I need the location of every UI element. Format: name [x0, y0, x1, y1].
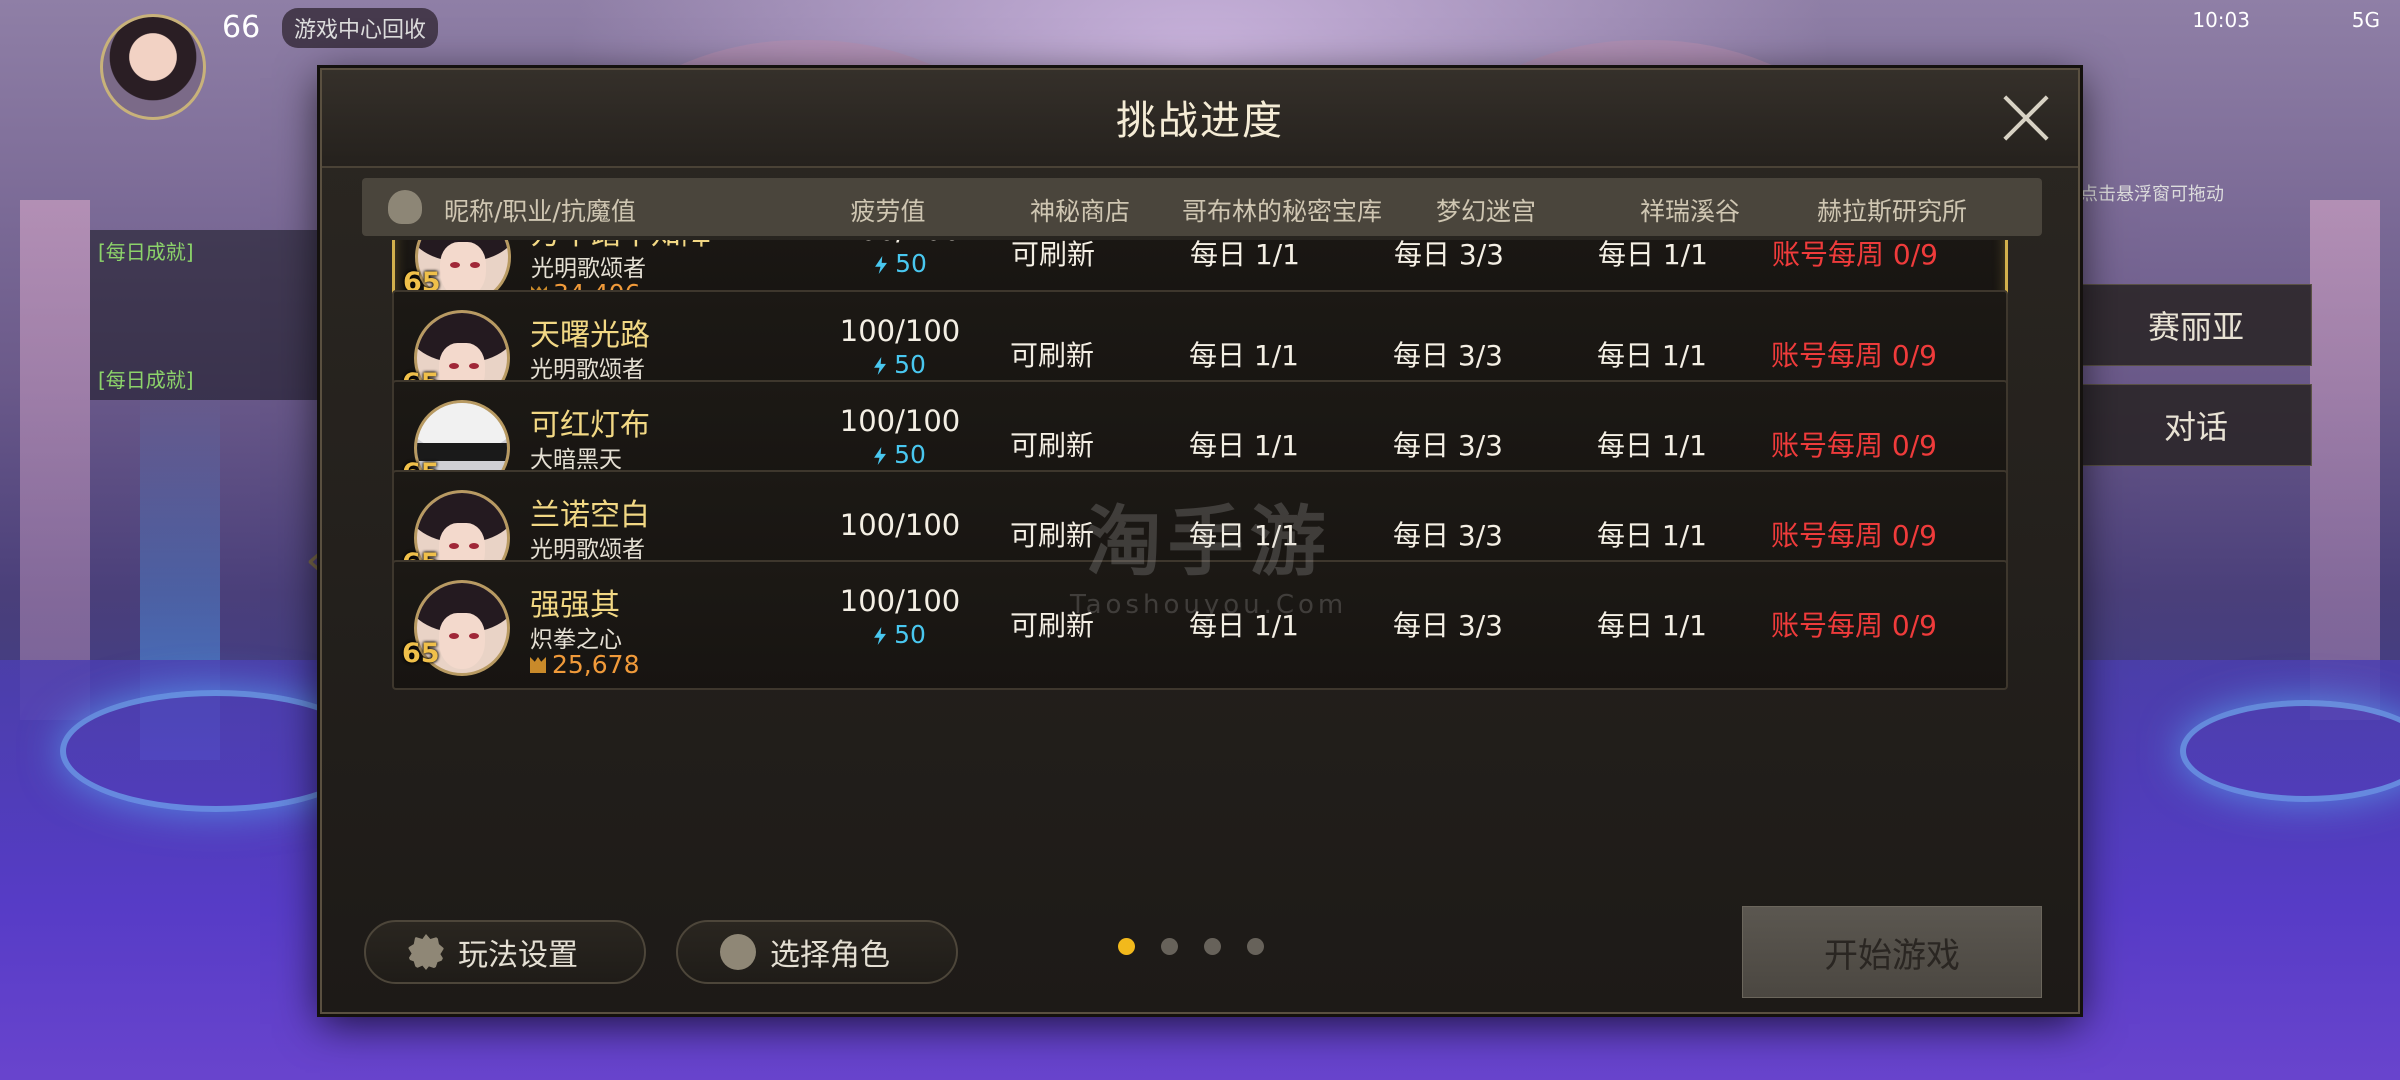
fatigue-value: 100/100 [839, 584, 961, 618]
auspicious-valley-status: 每日 1/1 [1597, 519, 1707, 552]
fatigue-cell: 100/100 50 [840, 404, 960, 469]
character-class: 炽拳之心 [530, 627, 622, 653]
fatigue-value: 100/100 [839, 508, 961, 542]
dialog-title: 挑战进度 [1116, 98, 1284, 144]
dream-maze-status: 每日 3/3 [1393, 519, 1503, 552]
gameplay-settings-label: 玩法设置 [458, 938, 578, 973]
dream-maze-status: 每日 3/3 [1393, 339, 1503, 372]
gameplay-settings-button[interactable]: 玩法设置 [364, 920, 646, 984]
auspicious-valley-status: 每日 1/1 [1598, 240, 1708, 271]
select-character-button[interactable]: 选择角色 [676, 920, 958, 984]
pagination-dots [1118, 938, 1264, 955]
column-header-character: 昵称/职业/抗魔值 [444, 197, 636, 226]
fatigue-value: 100/100 [841, 240, 961, 247]
fatigue-value: 100/100 [839, 314, 961, 348]
energy-value: 50 [840, 440, 960, 469]
page-dot[interactable] [1118, 938, 1135, 955]
anti-magic-value: 25,678 [530, 650, 639, 679]
auspicious-valley-status: 每日 1/1 [1597, 429, 1707, 462]
talk-button[interactable]: 对话 [2080, 384, 2312, 466]
goblin-vault-status: 每日 1/1 [1189, 339, 1299, 372]
player-level: 66 [222, 10, 261, 45]
fatigue-cell: 100/100 [840, 508, 960, 542]
lightning-icon [874, 447, 887, 465]
character-name: 天曙光路 [530, 318, 650, 353]
page-dot[interactable] [1204, 938, 1221, 955]
select-character-label: 选择角色 [770, 938, 890, 973]
character-name: 可红灯布 [530, 408, 650, 443]
chat-panel[interactable]: [每日成就] [每日成就] [90, 230, 320, 400]
network-status: 5G [2351, 8, 2380, 32]
dream-maze-status: 每日 3/3 [1393, 609, 1503, 642]
watermark-main: 淘手游 [1085, 497, 1332, 586]
column-header-auspicious-valley: 祥瑞溪谷 [1639, 197, 1741, 226]
fatigue-value: 100/100 [839, 404, 961, 438]
fatigue-cell: 100/100 50 [840, 584, 960, 649]
character-name: 强强其 [530, 588, 620, 623]
mystery-shop-status: 可刷新 [1009, 429, 1095, 462]
character-swap-icon [720, 934, 756, 970]
page-dot[interactable] [1247, 938, 1264, 955]
fatigue-cell: 100/100 50 [841, 240, 961, 278]
start-game-button[interactable]: 开始游戏 [1742, 906, 2042, 998]
anti-magic-icon [530, 657, 546, 673]
character-class: 光明歌颂者 [530, 537, 645, 563]
npc-seria-button[interactable]: 赛丽亚 [2080, 284, 2312, 366]
watermark-sub: Taoshouyou.Com [1070, 590, 1348, 620]
player-avatar[interactable] [100, 14, 206, 120]
character-name: 兰诺空白 [530, 498, 650, 533]
goblin-vault-status: 每日 1/1 [1190, 240, 1300, 271]
column-header-goblin-vault: 哥布林的秘密宝库 [1181, 197, 1383, 226]
dialog-header: 挑战进度 [322, 70, 2078, 168]
character-class: 大暗黑天 [530, 447, 622, 473]
character-head-icon [388, 190, 422, 224]
gear-icon [408, 934, 444, 970]
heras-lab-status: 账号每周 0/9 [1771, 429, 1937, 462]
energy-value: 50 [841, 249, 961, 278]
energy-value: 50 [840, 620, 960, 649]
dream-maze-status: 每日 3/3 [1393, 429, 1503, 462]
mail-button[interactable]: 游戏中心回收 [282, 8, 439, 48]
mystery-shop-status: 可刷新 [1009, 339, 1095, 372]
fatigue-cell: 100/100 50 [840, 314, 960, 379]
dream-maze-status: 每日 3/3 [1394, 240, 1504, 271]
auspicious-valley-status: 每日 1/1 [1597, 339, 1707, 372]
heras-lab-status: 账号每周 0/9 [1771, 519, 1937, 552]
page-dot[interactable] [1161, 938, 1178, 955]
column-header-dream-maze: 梦幻迷宫 [1435, 197, 1537, 226]
lightning-icon [875, 256, 888, 274]
heras-lab-status: 账号每周 0/9 [1771, 339, 1937, 372]
lightning-icon [874, 357, 887, 375]
level-badge: 65 [402, 638, 452, 680]
column-header-heras-lab: 赫拉斯研究所 [1816, 197, 1968, 226]
character-class: 光明歌颂者 [530, 357, 645, 383]
heras-lab-status: 账号每周 0/9 [1771, 609, 1937, 642]
lightning-icon [874, 627, 887, 645]
chat-line: [每日成就] [98, 368, 194, 392]
table-header: 昵称/职业/抗魔值 疲劳值 神秘商店 哥布林的秘密宝库 梦幻迷宫 祥瑞溪谷 赫拉… [362, 178, 2042, 236]
column-header-fatigue: 疲劳值 [850, 197, 926, 226]
goblin-vault-status: 每日 1/1 [1189, 429, 1299, 462]
clock: 10:03 [2192, 8, 2250, 32]
character-class: 光明歌颂者 [531, 256, 646, 282]
auspicious-valley-status: 每日 1/1 [1597, 609, 1707, 642]
energy-value: 50 [840, 350, 960, 379]
floating-window-hint: 点击悬浮窗可拖动 [2080, 184, 2224, 205]
chat-line: [每日成就] [98, 240, 194, 264]
column-header-mystery-shop: 神秘商店 [1029, 197, 1131, 226]
watermark: 淘手游 Taoshouyou.Com [1070, 480, 1347, 620]
mystery-shop-status: 可刷新 [1010, 240, 1096, 271]
close-icon[interactable] [2000, 92, 2052, 144]
heras-lab-status: 账号每周 0/9 [1772, 240, 1938, 271]
